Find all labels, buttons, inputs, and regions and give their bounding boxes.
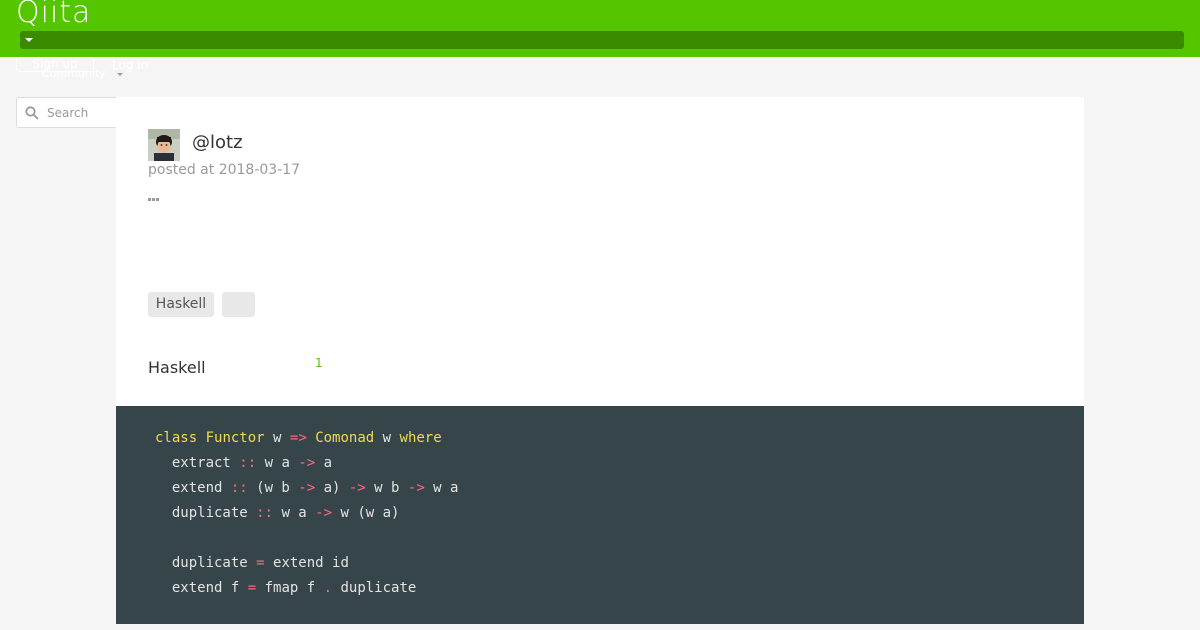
login-link[interactable]: Log in: [112, 58, 148, 72]
code-line: extend f = fmap f . duplicate: [155, 580, 417, 596]
more-options-icon[interactable]: [148, 186, 164, 201]
tag-empty[interactable]: [222, 292, 255, 317]
article-card: [116, 97, 1084, 406]
code-line: duplicate :: w a -> w (w a): [155, 505, 400, 521]
qiita-logo[interactable]: Qiita: [16, 0, 91, 33]
chevron-down-icon: [117, 73, 123, 76]
menu-dropdown-bar[interactable]: [20, 31, 1184, 49]
code-line: class Functor w => Comonad w where: [155, 430, 442, 446]
author-username[interactable]: @lotz: [192, 131, 243, 155]
article-title: Haskell: [148, 358, 206, 377]
like-count: 1: [315, 356, 323, 370]
avatar-image: [148, 129, 180, 161]
code-block: class Functor w => Comonad w where extra…: [116, 406, 1084, 624]
tag-haskell[interactable]: Haskell: [148, 292, 214, 317]
caret-down-icon: [25, 38, 33, 42]
avatar[interactable]: [148, 129, 180, 161]
search-icon: [25, 106, 39, 120]
code-line: duplicate = extend id: [155, 555, 349, 571]
code-line: extend :: (w b -> a) -> w b -> w a: [155, 480, 459, 496]
top-header: Qiita: [0, 0, 1200, 57]
community-menu[interactable]: Community: [42, 67, 106, 81]
code-line: extract :: w a -> a: [155, 455, 333, 471]
posted-date: posted at 2018-03-17: [148, 162, 301, 178]
